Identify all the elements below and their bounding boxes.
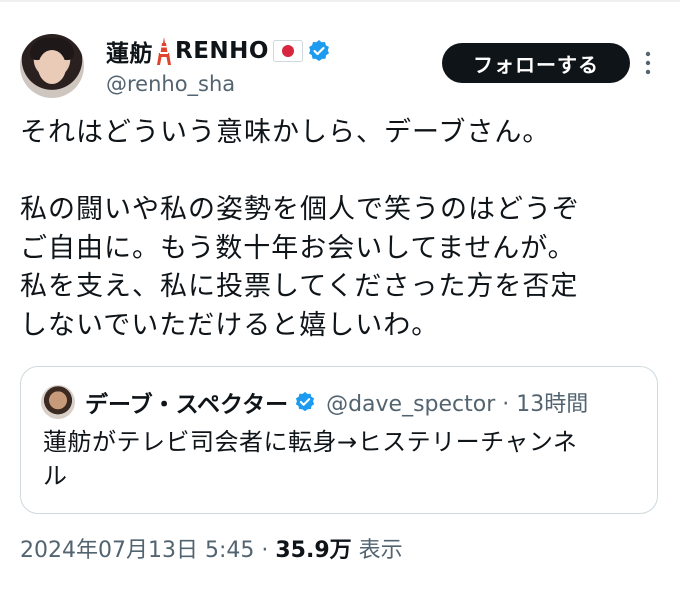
name-row[interactable]: 蓮舫 RENHO xyxy=(106,34,331,68)
views-label: 表示 xyxy=(351,538,403,563)
tweet-line: 私の闘いや私の姿勢を個人で笑うのはどうぞ xyxy=(20,194,580,225)
quoted-line: 蓮舫がテレビ司会者に転身→ヒステリーチャンネ xyxy=(43,428,578,456)
display-name[interactable]: 蓮舫 xyxy=(106,34,153,68)
follow-button[interactable]: フォローする xyxy=(442,43,630,83)
tweet-meta: 2024年07月13日 5:45 · 35.9万 表示 xyxy=(20,532,403,564)
display-name-suffix[interactable]: RENHO xyxy=(175,38,269,64)
tokyo-tower-icon xyxy=(157,37,171,65)
tweet-line: しないでいただけると嬉しいわ。 xyxy=(20,309,440,341)
tweet-body: それはどういう意味かしら、デーブさん。 私の闘いや私の姿勢を個人で笑うのはどうぞ… xyxy=(20,114,660,345)
top-divider xyxy=(0,0,680,2)
verified-badge-icon xyxy=(307,39,331,63)
tweet-line: 私を支え、私に投票してくださった方を否定 xyxy=(20,271,579,302)
quoted-tweet-text: 蓮舫がテレビ司会者に転身→ヒステリーチャンネ ル xyxy=(43,425,643,493)
japan-flag-icon xyxy=(272,40,303,62)
user-handle[interactable]: @renho_sha xyxy=(106,72,235,96)
view-count: 35.9万 xyxy=(275,538,352,563)
quoted-verified-badge-icon xyxy=(294,391,316,413)
more-options-icon[interactable] xyxy=(642,50,654,76)
quoted-tweet-card[interactable]: デーブ・スペクター @dave_spector · 13時間 蓮舫がテレビ司会者… xyxy=(20,366,658,514)
tweet-header: 蓮舫 RENHO @renho_sha フォローする xyxy=(20,30,660,106)
quoted-line: ル xyxy=(43,462,68,490)
quoted-avatar xyxy=(41,385,75,419)
quoted-display-name: デーブ・スペクター xyxy=(85,392,289,418)
timestamp[interactable]: 2024年07月13日 5:45 · xyxy=(20,538,275,563)
quoted-handle-time: @dave_spector · 13時間 xyxy=(326,392,589,417)
tweet-line: それはどういう意味かしら、デーブさん。 xyxy=(20,117,551,148)
avatar[interactable] xyxy=(20,34,84,98)
quoted-tweet-header: デーブ・スペクター @dave_spector · 13時間 xyxy=(41,385,588,419)
tweet-line: ご自由に。もう数十年お会いしてませんが。 xyxy=(20,232,576,264)
